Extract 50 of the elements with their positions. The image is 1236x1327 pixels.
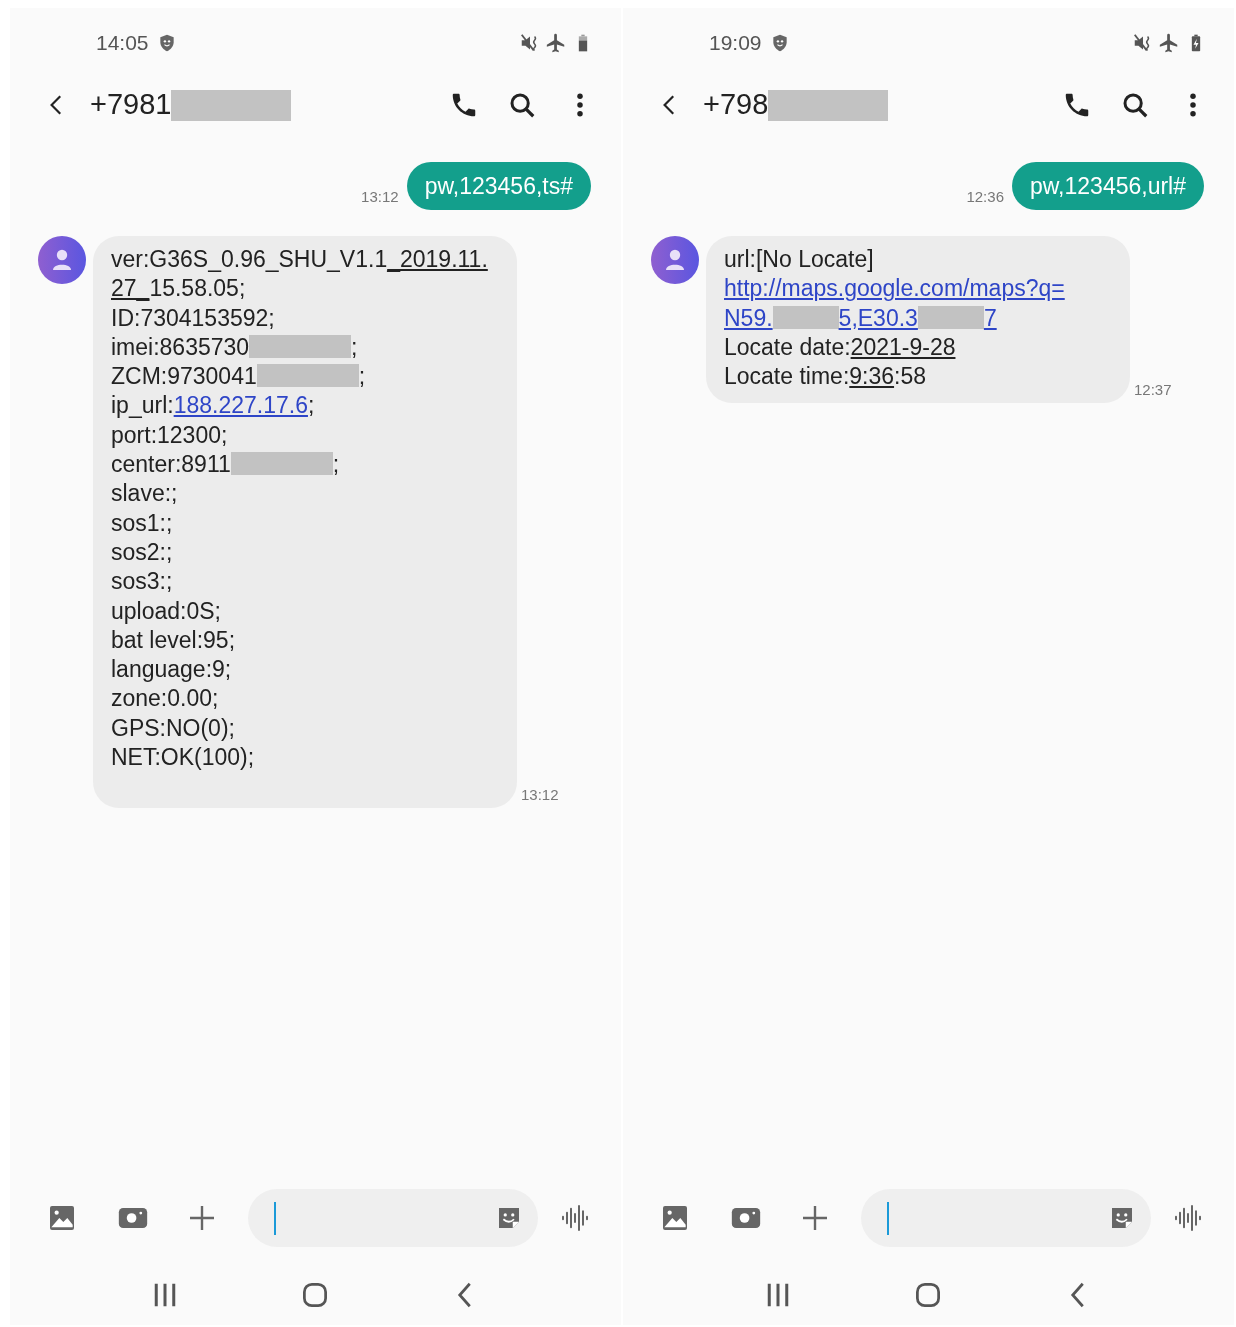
- contact-name: +798: [703, 83, 889, 127]
- voice-icon[interactable]: [559, 1202, 591, 1234]
- date-link[interactable]: 27_: [111, 275, 150, 302]
- message-line: NET:OK(100);: [111, 743, 256, 773]
- avatar-icon[interactable]: [38, 236, 86, 284]
- date-link[interactable]: 2021-9-28: [850, 333, 956, 360]
- message-line: ip_url:188.227.17.6;: [111, 391, 316, 421]
- message-time: 13:12: [521, 784, 559, 805]
- message-line: upload:0S;: [111, 596, 222, 626]
- message-line: ver:G36S_0.96_SHU_V1.1_2019.11.: [111, 245, 489, 274]
- message-line: zone:0.00;: [111, 684, 220, 714]
- message-line: Locate time:9:36:58: [724, 362, 928, 392]
- message-line: ZCM:9730041 ;: [111, 362, 367, 392]
- message-line: sos3:;: [111, 567, 174, 597]
- message-line: Locate date:2021-9-28: [724, 332, 957, 362]
- avatar-icon[interactable]: [651, 236, 699, 284]
- status-time: 14:05: [96, 30, 149, 57]
- redaction-bar: [917, 305, 984, 329]
- sent-message[interactable]: pw,123456,ts#: [406, 162, 591, 210]
- link[interactable]: 188.227.17.6: [173, 392, 308, 419]
- link[interactable]: 5,E30.3: [838, 304, 918, 331]
- redaction-bar: [772, 305, 839, 329]
- message-line: port:12300;: [111, 420, 229, 450]
- message-line: sos2:;: [111, 537, 174, 567]
- message-line: bat level:95;: [111, 625, 237, 655]
- message-time: 12:37: [1134, 380, 1172, 400]
- message-line: language:9;: [111, 655, 233, 685]
- sent-message[interactable]: pw,123456,url#: [1012, 162, 1204, 210]
- message-line: ID:7304153592;: [111, 303, 276, 333]
- date-link[interactable]: 9:36: [849, 363, 895, 390]
- message-line: url:[No Locate]: [724, 245, 875, 274]
- link[interactable]: http://maps.google.com/maps?q=: [724, 275, 1065, 302]
- message-line: center:8911 ;: [111, 450, 341, 480]
- contact-name: +7981: [90, 83, 292, 127]
- message-line: GPS:NO(0);: [111, 713, 236, 743]
- voice-icon[interactable]: [1172, 1202, 1204, 1234]
- message-line: slave:;: [111, 479, 179, 509]
- airplane-icon: [1158, 32, 1180, 54]
- link[interactable]: 7: [983, 304, 997, 331]
- text-cursor: [887, 1201, 889, 1235]
- message-line: sos1:;: [111, 508, 174, 538]
- text-cursor: [274, 1201, 276, 1235]
- message-time: 13:12: [361, 186, 399, 207]
- message-line: imei:8635730 ;: [111, 332, 359, 362]
- status-time: 19:09: [709, 30, 762, 57]
- message-line: 27_15.58.05;: [111, 274, 247, 304]
- airplane-icon: [545, 32, 567, 54]
- date-link[interactable]: _2019.11.: [387, 246, 488, 272]
- message-time: 12:36: [966, 186, 1004, 207]
- link[interactable]: N59.: [724, 304, 773, 331]
